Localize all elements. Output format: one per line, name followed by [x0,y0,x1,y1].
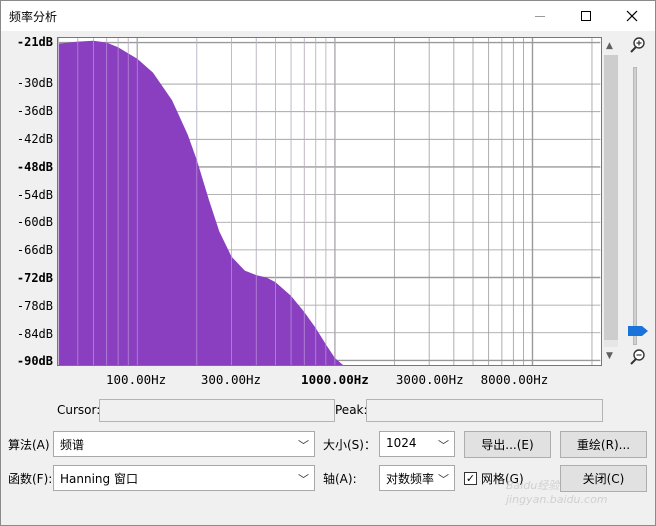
function-label: 函数(F): [8,472,53,486]
title-bar[interactable]: 频率分析 [1,1,655,31]
zoom-slider-thumb[interactable] [628,326,648,336]
grid-checkbox[interactable]: ✓ [464,472,477,485]
chevron-down-icon: ﹀ [298,439,309,452]
y-tick-label: -78dB [16,298,53,313]
y-tick-label: -66dB [16,243,53,258]
x-tick-label: 300.00Hz [200,372,262,387]
function-value: Hanning 窗口 [60,472,138,486]
export-button[interactable]: 导出...(E) [464,431,551,458]
size-label: 大小(S)： [323,438,376,452]
algorithm-label: 算法(A) [8,438,50,452]
x-tick-label: 100.00Hz [106,372,167,387]
zoom-out-icon[interactable] [629,348,647,366]
cursor-label: Cursor: [57,403,101,417]
frequency-analysis-window: 频率分析 -21dB -30dB -36dB -42dB -48dB -54dB -60dB… [0,0,656,526]
y-tick-label: -54dB [16,187,53,202]
chevron-down-icon: ﹀ [438,473,449,486]
minimize-icon [535,15,545,17]
x-tick-label: 8000.00Hz [480,372,549,387]
y-tick-label: -21dB [16,34,53,49]
zoom-slider-track[interactable] [633,67,637,345]
scroll-down-icon[interactable]: ▼ [606,351,613,361]
maximize-button[interactable] [563,1,609,31]
axis-label: 轴(A): [323,472,357,486]
close-icon [626,10,638,22]
spectrum-plot[interactable] [57,37,602,366]
function-select[interactable]: Hanning 窗口 ﹀ [53,465,315,491]
y-tick-label: -42dB [16,131,53,146]
axis-value: 对数频率 [386,472,435,486]
scroll-up-icon[interactable]: ▲ [606,41,613,51]
window-title: 频率分析 [9,10,58,24]
y-tick-label: -72dB [16,270,53,285]
minimize-button[interactable] [517,1,563,31]
x-tick-label: 1000.00Hz [301,372,369,387]
y-tick-label: -36dB [16,104,53,119]
spectrum-area [58,40,344,365]
y-tick-label: -60dB [16,215,53,230]
peak-label: Peak: [335,403,368,417]
zoom-in-icon[interactable] [629,36,647,54]
axis-select[interactable]: 对数频率 ﹀ [379,465,455,491]
close-window-button[interactable] [609,1,655,31]
redraw-button[interactable]: 重绘(R)... [560,431,647,458]
y-tick-label: -48dB [16,159,53,174]
chevron-down-icon: ﹀ [298,473,309,486]
vertical-scrollbar-thumb[interactable] [604,55,618,340]
x-tick-label: 3000.00Hz [395,372,464,387]
algorithm-select[interactable]: 频谱 ﹀ [53,431,315,457]
y-tick-label: -30dB [16,76,53,91]
cursor-field [99,399,335,422]
y-tick-label: -84dB [16,326,53,341]
chevron-down-icon: ﹀ [438,439,449,452]
size-select[interactable]: 1024 ﹀ [379,431,455,457]
watermark: Baidu经验 jingyan.baidu.com [506,479,608,506]
peak-field [366,399,603,422]
maximize-icon [581,11,591,21]
y-tick-label: -90dB [16,354,53,369]
size-value: 1024 [386,436,417,450]
checkmark-icon: ✓ [465,472,476,485]
algorithm-value: 频谱 [60,438,85,452]
